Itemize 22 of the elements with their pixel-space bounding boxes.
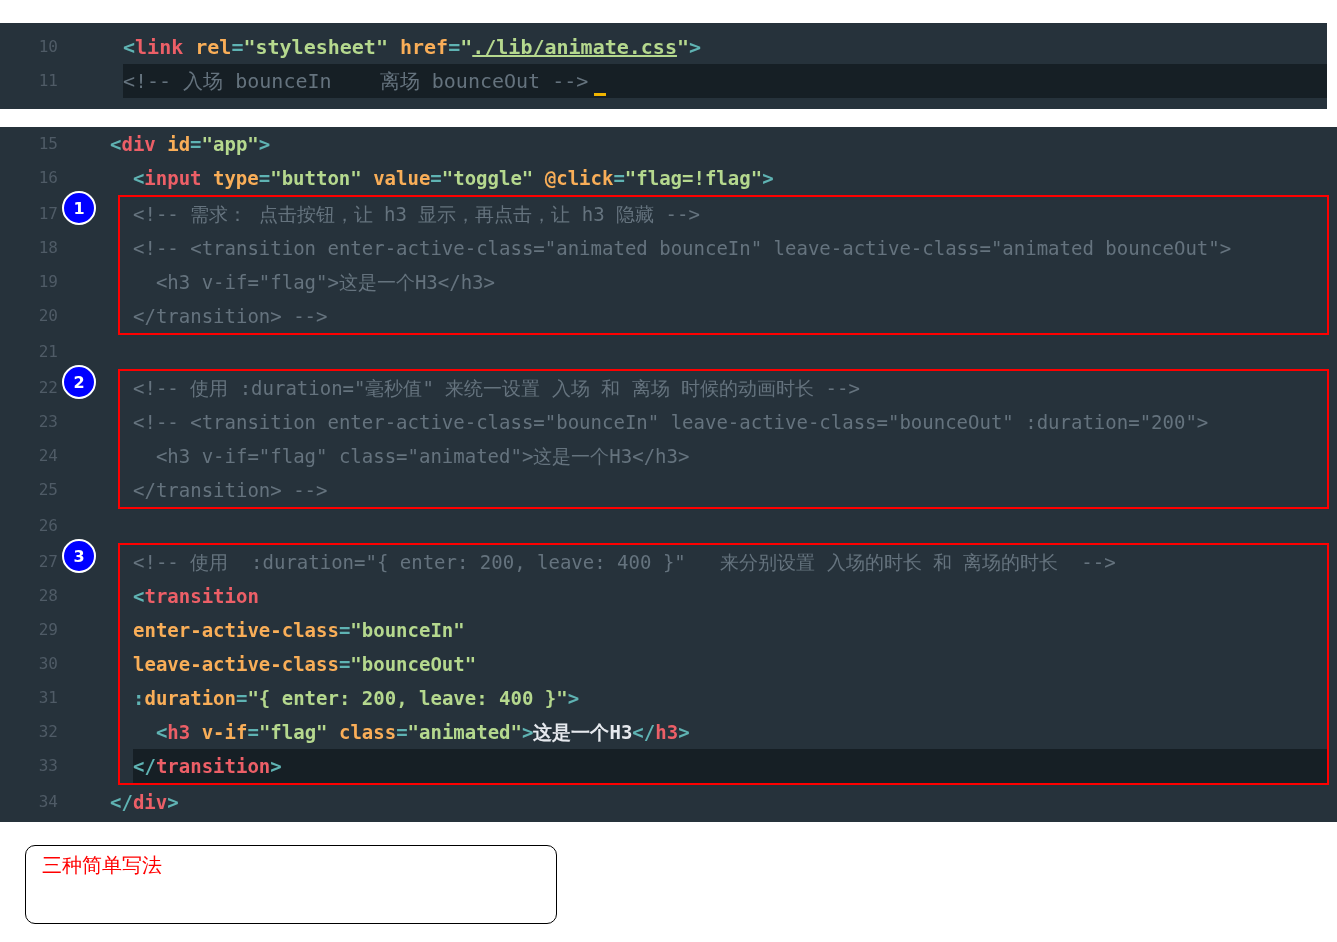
code-line: <input type="button" value="toggle" @click="flag=!flag"> <box>131 166 775 191</box>
number-badge: 2 <box>62 365 96 399</box>
note-text: 三种简单写法 <box>42 853 162 877</box>
code-line: enter-active-class="bounceIn" <box>133 618 466 643</box>
code-line: <!-- <transition enter-active-class="animated bounceIn" leave-active-class="animated bounceOut"> <box>133 236 1233 261</box>
code-line: <!-- <transition enter-active-class="bounceIn" leave-active-class="bounceOut" :duration="200"> <box>133 410 1210 435</box>
code-line: <h3 v-if="flag" class="animated">这是一个H3</h3> <box>154 720 691 745</box>
code-line: </transition> --> <box>133 304 329 329</box>
code-line: </div> <box>110 790 180 815</box>
code-line: :duration="{ enter: 200, leave: 400 }"> <box>133 686 581 711</box>
code-line: <h3 v-if="flag">这是一个H3</h3> <box>154 270 496 295</box>
code-line: <!-- 使用 :duration="{ enter: 200, leave: 400 }" 来分别设置 入场的时长 和 离场的时长 --> <box>133 550 1117 575</box>
code-line: </transition> --> <box>133 478 329 503</box>
code-line: <div id="app"> <box>110 132 272 157</box>
number-badge: 3 <box>62 539 96 573</box>
code-line: <!-- 需求： 点击按钮，让 h3 显示，再点击，让 h3 隐藏 --> <box>133 202 701 227</box>
code-line: <transition <box>133 584 260 609</box>
code-line: leave-active-class="bounceOut" <box>133 652 478 677</box>
code-line: <h3 v-if="flag" class="animated">这是一个H3</h3> <box>154 444 691 469</box>
code-line: <!-- 使用 :duration="毫秒值" 来统一设置 入场 和 离场 时候的动画时长 --> <box>133 376 861 401</box>
number-badge: 1 <box>62 191 96 225</box>
code-line: <link rel="stylesheet" href="./lib/animate.css"> <box>123 34 703 61</box>
